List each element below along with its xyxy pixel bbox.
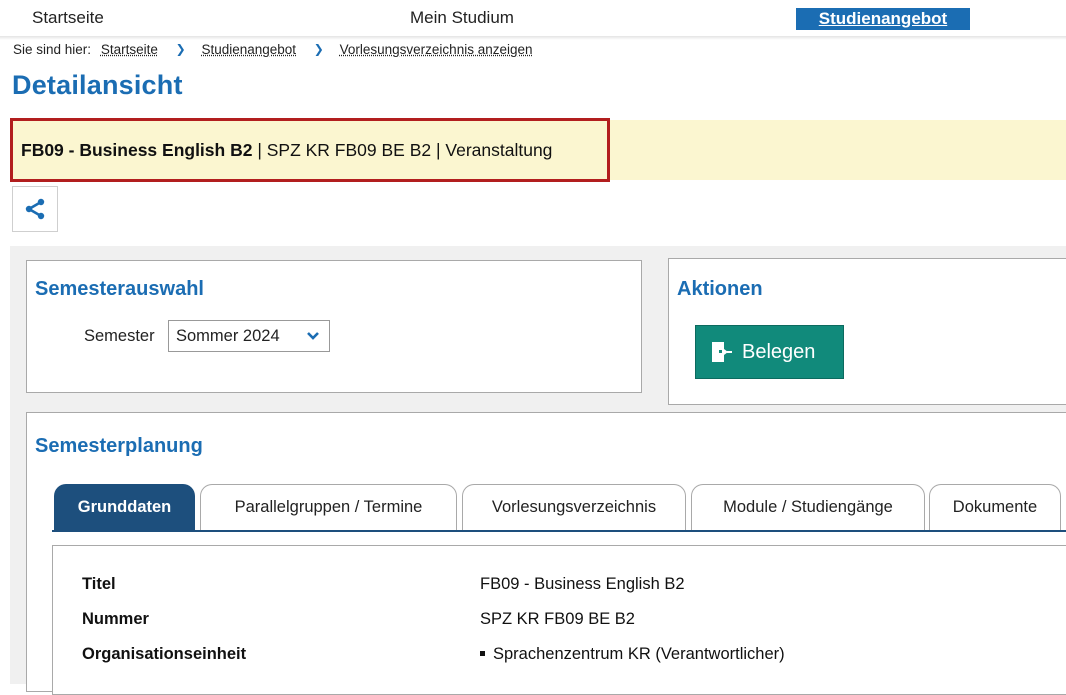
nav-startseite[interactable]: Startseite [32,0,104,36]
nav-mein-studium[interactable]: Mein Studium [410,0,514,36]
semester-value: Sommer 2024 [176,327,280,345]
enter-door-icon [712,342,732,362]
row-value-titel: FB09 - Business English B2 [480,575,685,593]
aktionen-heading: Aktionen [677,278,763,300]
semester-label: Semester [84,327,155,345]
title-separator: | [252,140,267,160]
row-label-organisationseinheit: Organisationseinheit [82,645,247,663]
share-button[interactable] [12,186,58,232]
tab-underline [52,530,1066,532]
row-label-nummer: Nummer [82,610,149,628]
tab-grunddaten[interactable]: Grunddaten [54,484,195,530]
belegen-button[interactable]: Belegen [695,325,844,379]
title-separator: | [431,140,446,160]
bullet-icon [480,651,485,656]
semesterauswahl-heading: Semesterauswahl [35,278,204,300]
breadcrumb-chevron-icon: ❯ [313,42,324,56]
breadcrumb: Sie sind hier: Startseite ❯ Studienangeb… [13,42,533,57]
top-navigation: Startseite Mein Studium Studienangebot [0,0,1066,36]
tab-module-studiengaenge[interactable]: Module / Studiengänge [691,484,925,530]
course-number: SPZ KR FB09 BE B2 [266,140,432,160]
breadcrumb-studienangebot[interactable]: Studienangebot [201,42,296,57]
semesterplanung-heading: Semesterplanung [35,435,203,457]
row-label-titel: Titel [82,575,116,593]
share-icon [25,198,45,220]
breadcrumb-chevron-icon: ❯ [175,42,186,56]
tab-parallelgruppen-termine[interactable]: Parallelgruppen / Termine [200,484,457,530]
organisationseinheit-text[interactable]: Sprachenzentrum KR (Verantwortlicher) [493,645,785,663]
page-title: Detailansicht [12,70,183,100]
semester-select[interactable]: Sommer 2024 [168,320,330,352]
row-value-nummer: SPZ KR FB09 BE B2 [480,610,635,628]
nav-shadow [0,36,1066,40]
nav-studienangebot[interactable]: Studienangebot [796,8,970,30]
belegen-label: Belegen [742,340,816,363]
breadcrumb-startseite[interactable]: Startseite [101,42,158,57]
chevron-down-icon [306,321,320,361]
tab-vorlesungsverzeichnis[interactable]: Vorlesungsverzeichnis [462,484,686,530]
breadcrumb-label: Sie sind hier: [13,42,92,57]
course-title: FB09 - Business English B2 | SPZ KR FB09… [21,140,552,161]
breadcrumb-vorlesungsverzeichnis[interactable]: Vorlesungsverzeichnis anzeigen [340,42,533,57]
course-name: FB09 - Business English B2 [21,140,253,160]
row-value-organisationseinheit: Sprachenzentrum KR (Verantwortlicher) [480,645,785,664]
course-type: Veranstaltung [445,140,553,160]
tab-dokumente[interactable]: Dokumente [929,484,1061,530]
